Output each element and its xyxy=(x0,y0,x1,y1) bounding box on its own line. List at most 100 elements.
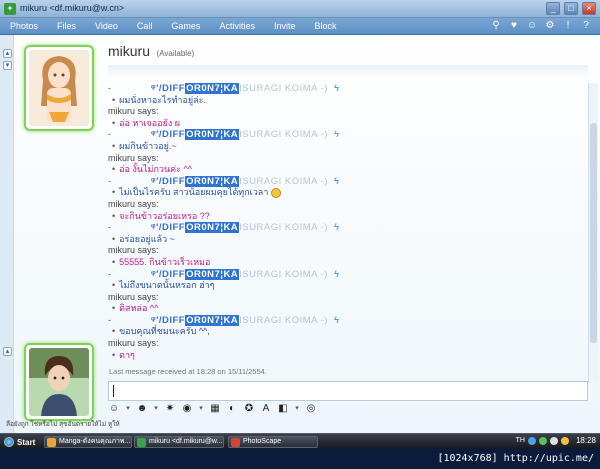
scrollbar-thumb[interactable] xyxy=(590,123,597,343)
message-text: ผมนั่งหาอะไรทำอยู่ล่ะ. xyxy=(119,94,207,105)
ink-icon[interactable]: ▦ xyxy=(209,403,221,415)
message-text: ผมกินข้าวอยู่.~ xyxy=(119,140,177,151)
message-line: • 55555. กินข้าวเร็วเหมอ xyxy=(108,257,586,269)
message-line: • ขอบคุณที่ชมนะครับ ^^, xyxy=(108,326,586,338)
sender-label: mikuru says: xyxy=(108,106,159,117)
dropdown-arrow-icon[interactable]: ▾ xyxy=(153,403,159,415)
nickname-part: ISURAGI KOIMA -) xyxy=(239,268,328,280)
game-icon[interactable]: ✪ xyxy=(243,403,255,415)
dropdown-arrow-icon[interactable]: ▾ xyxy=(198,403,204,415)
voice-clip-icon[interactable]: ◉ xyxy=(181,403,193,415)
font-icon[interactable]: A xyxy=(260,403,272,415)
start-button[interactable]: Start xyxy=(2,435,41,449)
resolution-watermark: [1024x768] http://upic.me/ xyxy=(437,453,594,464)
clock[interactable]: 18:28 xyxy=(576,436,596,445)
close-button[interactable]: × xyxy=(582,2,596,15)
maximize-button[interactable]: □ xyxy=(564,2,578,15)
message-text: ดาๆ xyxy=(119,349,135,360)
system-tray: TH 18:28 xyxy=(516,436,596,445)
menu-call[interactable]: Call xyxy=(137,21,153,31)
sender-line: mikuru says: xyxy=(108,245,586,257)
task-photoscape[interactable]: PhotoScape xyxy=(228,436,318,448)
message-text: อร่อยอยู่แล้ว ~ xyxy=(119,233,175,244)
sender-label: mikuru says: xyxy=(108,338,159,349)
sender-nickname: ᵠ′/DIFFOR0N7¦KAISURAGI KOIMA -) ϟ xyxy=(151,129,339,141)
bullet-icon: • xyxy=(112,210,116,221)
background-icon[interactable]: ◐ xyxy=(226,403,238,415)
settings-icon[interactable]: ⚙ xyxy=(544,20,556,32)
bullet-icon: • xyxy=(112,117,116,128)
history-scrollbar[interactable] xyxy=(588,83,598,383)
menu-files[interactable]: Files xyxy=(57,21,76,31)
message-line: • ผมกินข้าวอยู่.~ xyxy=(108,141,586,153)
nickname-part: OR0N7¦KA xyxy=(185,129,240,141)
heart-icon[interactable]: ♥ xyxy=(508,20,520,32)
search-icon[interactable]: ⚲ xyxy=(490,20,502,32)
nudge-icon[interactable]: ✷ xyxy=(164,403,176,415)
contact-header: mikuru (Available) xyxy=(108,43,194,59)
messenger-icon: ✦ xyxy=(4,3,16,15)
bottom-bar: [1024x768] http://upic.me/ xyxy=(0,449,600,469)
my-avatar-image xyxy=(29,348,89,416)
browser-icon xyxy=(47,438,56,447)
message-line: • ไม่ถึงขนาดนั้นหรอก ฮ่าๆ xyxy=(108,280,586,292)
chat-window: ▴ ▾ ▴ mikuru (Available) - ᵠ′/DIFFOR0N7¦K… xyxy=(0,35,600,433)
my-avatar[interactable] xyxy=(24,343,94,421)
globe-icon[interactable]: ◎ xyxy=(305,403,317,415)
dropdown-arrow-icon[interactable]: ▾ xyxy=(294,403,300,415)
dash-marker: - xyxy=(108,268,111,279)
side-strip: ▴ ▾ ▴ xyxy=(0,35,14,433)
sender-line: mikuru says: xyxy=(108,199,586,211)
message-text: ไม่ถึงขนาดนั้นหรอก ฮ่าๆ xyxy=(119,280,215,291)
menu-video[interactable]: Video xyxy=(95,21,118,31)
contact-name: mikuru xyxy=(108,43,151,59)
menu-activities[interactable]: Activities xyxy=(219,21,255,31)
sender-line: - ᵠ′/DIFFOR0N7¦KAISURAGI KOIMA -) ϟ xyxy=(108,268,586,281)
nickname-part: ISURAGI KOIMA -) xyxy=(239,83,328,94)
sender-line: - ᵠ′/DIFFOR0N7¦KAISURAGI KOIMA -) ϟ xyxy=(108,175,586,188)
info-icon[interactable]: ! xyxy=(562,20,574,32)
sender-label: mikuru says: xyxy=(108,198,159,209)
menu-invite[interactable]: Invite xyxy=(274,21,296,31)
conversation-history: - ᵠ′/DIFFOR0N7¦KAISURAGI KOIMA -) ϟ • ผมนั่ง… xyxy=(108,83,586,388)
collapse-down-icon[interactable]: ▾ xyxy=(3,61,12,70)
language-indicator[interactable]: TH xyxy=(516,437,525,444)
windows-logo-icon xyxy=(4,437,14,447)
wink-icon[interactable]: ☻ xyxy=(136,403,148,415)
menu-photos[interactable]: Photos xyxy=(10,21,38,31)
menu-block[interactable]: Block xyxy=(314,21,336,31)
sunglasses-emoticon-icon xyxy=(270,187,281,198)
collapse-up-icon[interactable]: ▴ xyxy=(3,49,12,58)
emoticon-icon[interactable]: ☺ xyxy=(108,403,120,415)
antivirus-icon[interactable] xyxy=(560,436,569,445)
message-line: • ไม่เป็นไรครับ สาวน้อยผมคุยได้ทุกเวลา xyxy=(108,187,586,199)
message-input[interactable] xyxy=(108,381,588,401)
lightning-icon: ϟ xyxy=(333,83,340,94)
task-label: PhotoScape xyxy=(243,438,282,445)
contact-avatar-image xyxy=(29,50,89,126)
minimize-button[interactable]: _ xyxy=(546,2,560,15)
dash-marker: - xyxy=(108,83,111,93)
collapse-my-pic-icon[interactable]: ▴ xyxy=(3,347,12,356)
nickname-part: ᵠ′/DIFF xyxy=(151,222,186,234)
menu-games[interactable]: Games xyxy=(171,21,200,31)
dropdown-arrow-icon[interactable]: ▾ xyxy=(125,403,131,415)
color-icon[interactable]: ◧ xyxy=(277,403,289,415)
nickname-part: ᵠ′/DIFF xyxy=(151,83,186,94)
volume-icon[interactable] xyxy=(549,436,558,445)
nickname-part: ISURAGI KOIMA -) xyxy=(239,175,328,187)
sender-nickname: ᵠ′/DIFFOR0N7¦KAISURAGI KOIMA -) ϟ xyxy=(151,222,339,234)
help-icon[interactable]: ? xyxy=(580,20,592,32)
message-text: ไม่เป็นไรครับ สาวน้อยผมคุยได้ทุกเวลา xyxy=(119,187,269,198)
contact-avatar[interactable] xyxy=(24,45,94,131)
bullet-icon: • xyxy=(112,303,116,314)
smiley-icon[interactable]: ☺ xyxy=(526,20,538,32)
message-text: อ่อ งั้นไม่กวนค่ะ ^^ xyxy=(119,164,192,175)
task-messenger[interactable]: mikuru <df.mikuru@w... xyxy=(134,436,224,448)
text-caret xyxy=(113,385,114,397)
network-icon[interactable] xyxy=(527,436,536,445)
messenger-tray-icon[interactable] xyxy=(538,436,547,445)
task-browser[interactable]: Manga-ดังคนคุณภาพ... xyxy=(44,436,132,448)
task-label: mikuru <df.mikuru@w... xyxy=(149,438,223,445)
photoscape-icon xyxy=(231,438,240,447)
